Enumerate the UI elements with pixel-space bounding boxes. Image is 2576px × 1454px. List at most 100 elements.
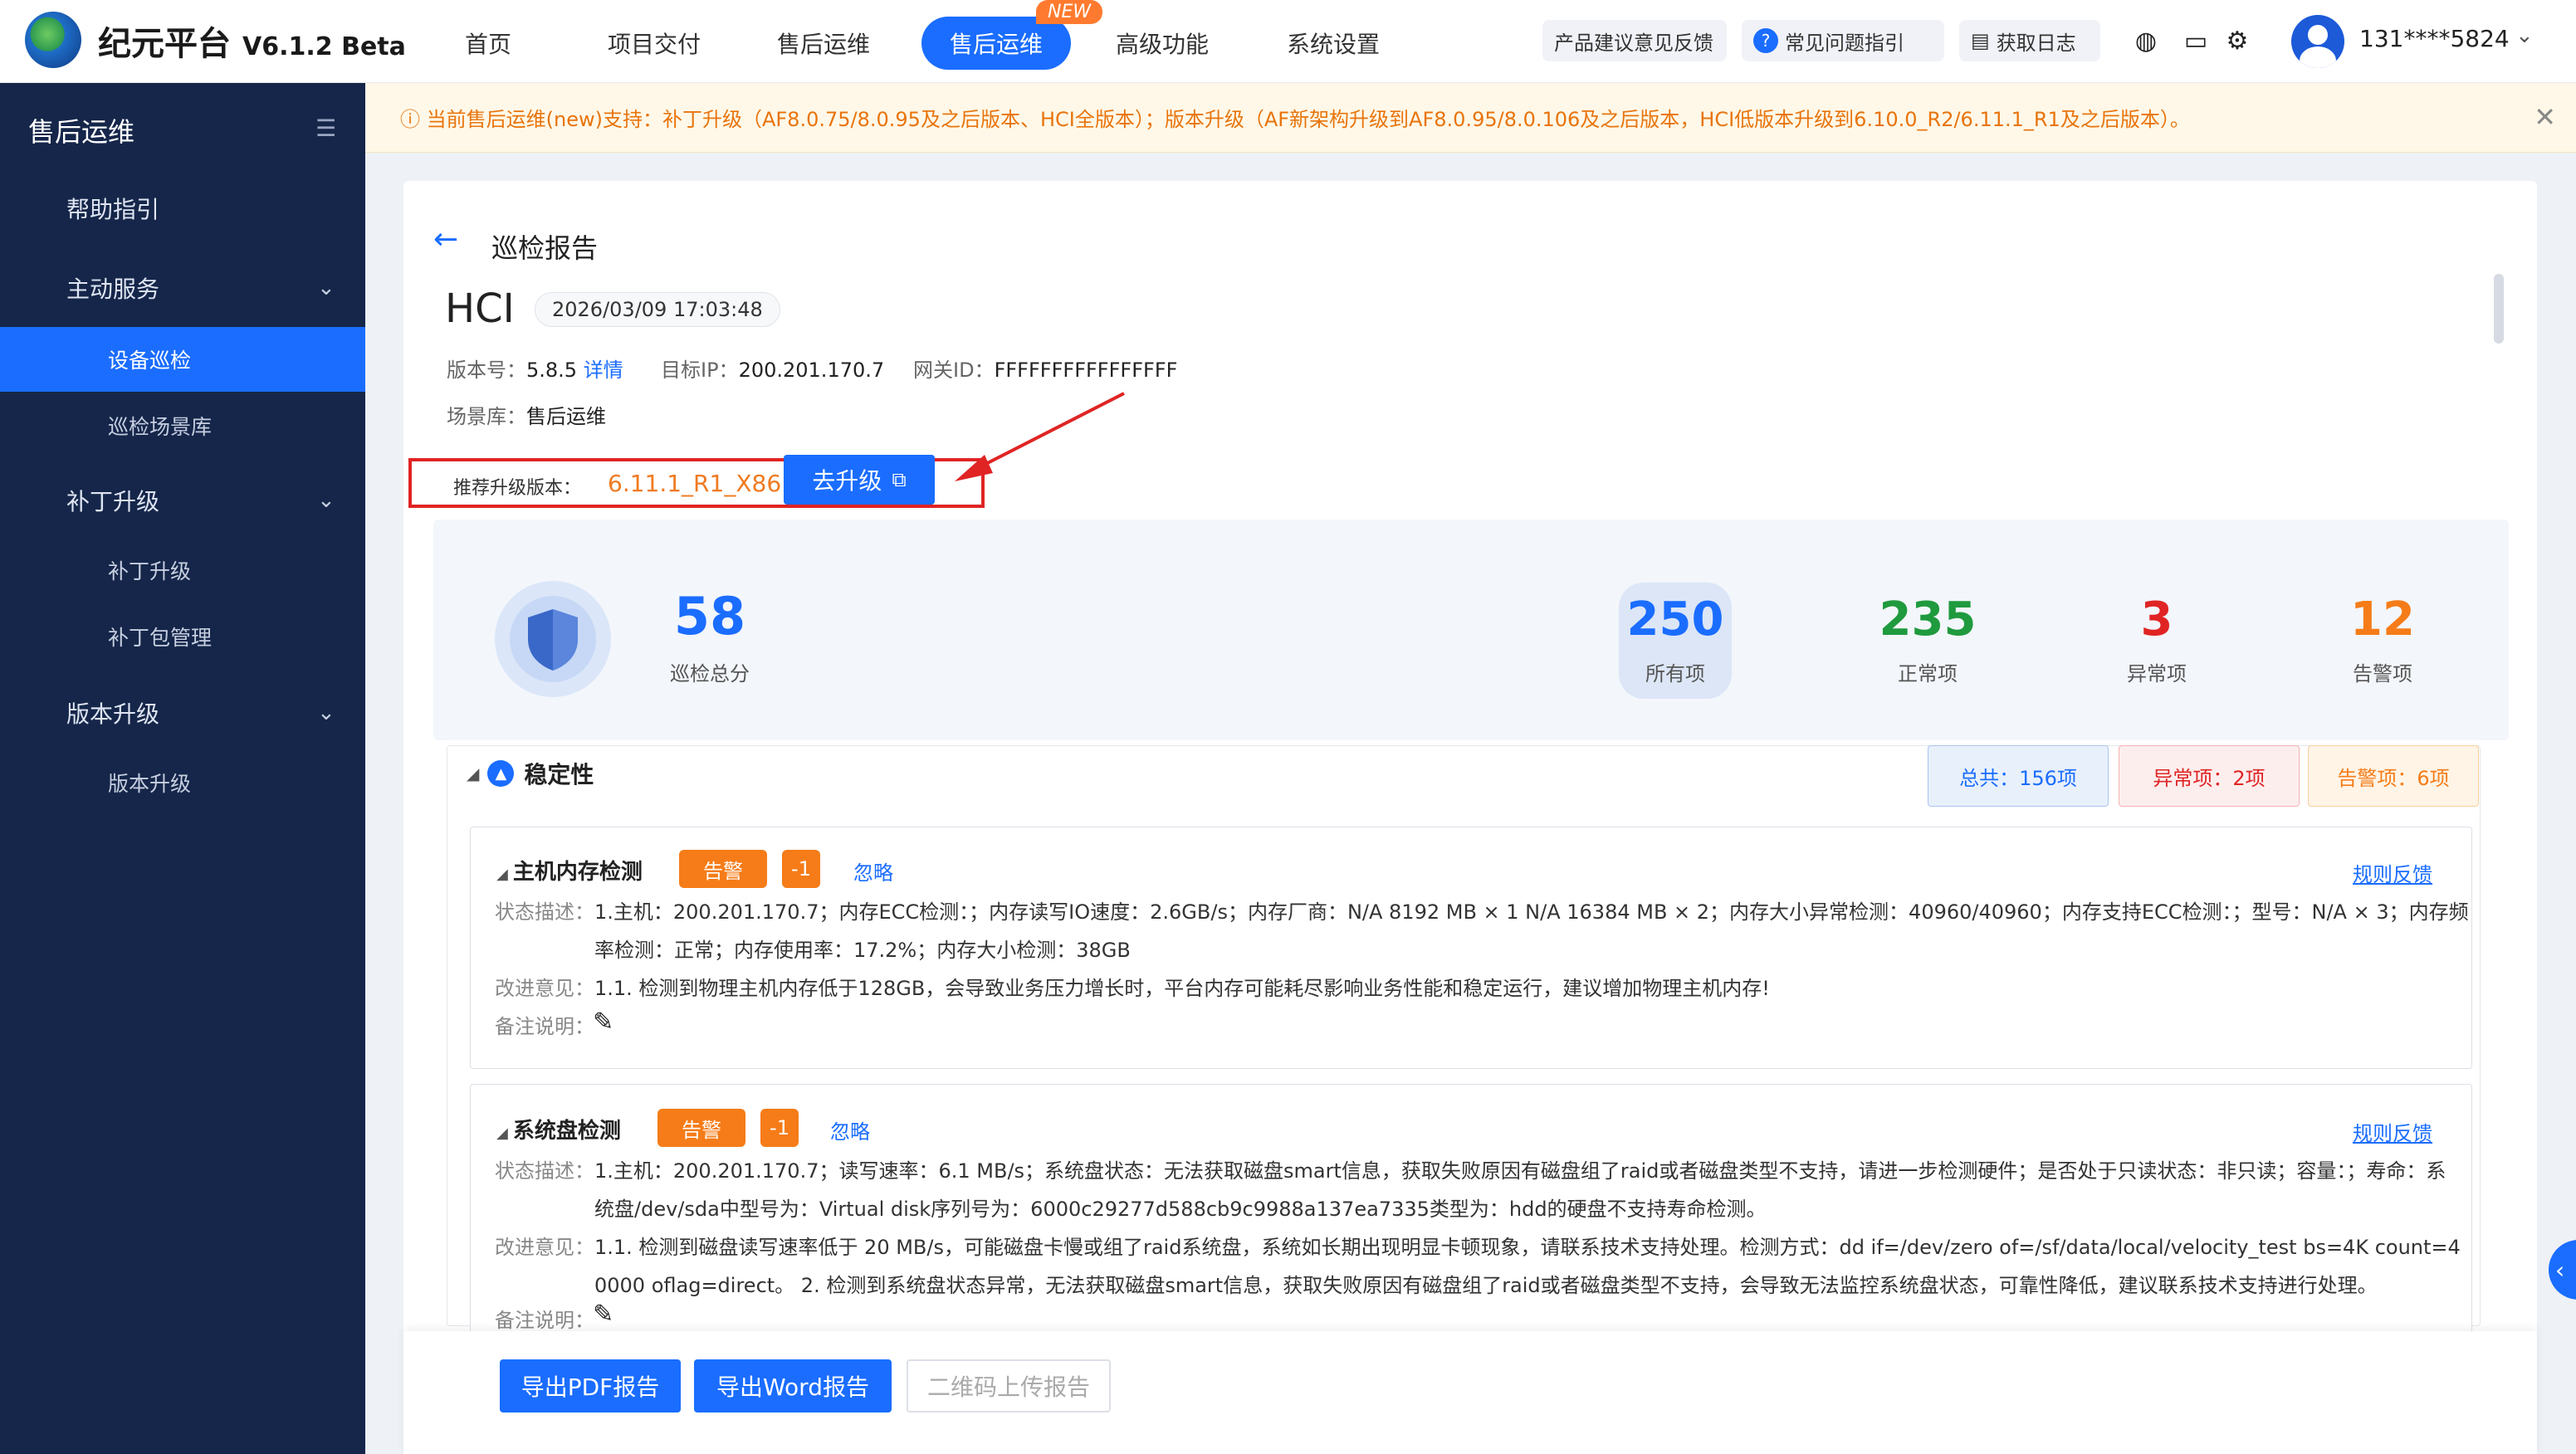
all-items-label: 所有项 <box>1645 662 1705 686</box>
nav-settings[interactable]: 系统设置 <box>1287 27 1380 60</box>
warn-items-count[interactable]: 12 <box>2326 593 2439 646</box>
brand-logo[interactable] <box>25 12 81 68</box>
report-date: 2026/03/09 17:03:48 <box>535 292 780 327</box>
status-line-2: 统盘/dev/sda中型号为：Virtual disk序列号为：6000c292… <box>594 1198 1767 1221</box>
version-info: 版本号：5.8.5 详情 <box>447 354 623 383</box>
abnormal-items-label: 异常项 <box>2127 662 2187 686</box>
upgrade-button[interactable]: 去升级 ⧉ <box>784 455 935 505</box>
globe-icon[interactable]: ◍ <box>2130 25 2162 56</box>
normal-items-label: 正常项 <box>1898 662 1958 686</box>
brand-text: 纪元平台 <box>98 25 231 63</box>
normal-items-count[interactable]: 235 <box>1871 593 1984 646</box>
message-icon[interactable]: ▭ <box>2180 25 2212 56</box>
sidebar-item-scene-library[interactable]: 巡检场景库 <box>0 393 365 458</box>
back-arrow-icon[interactable]: ← <box>433 222 458 256</box>
upgrade-label: 去升级 <box>812 467 882 495</box>
recommend-version: 6.11.1_R1_X86 <box>608 470 782 497</box>
check-title-text: 主机内存检测 <box>512 860 643 885</box>
close-icon[interactable]: ✕ <box>2534 101 2556 133</box>
section-title: 稳定性 <box>524 761 594 788</box>
sidebar-item-patch-management[interactable]: 补丁包管理 <box>0 604 365 669</box>
status-label: 状态描述： <box>495 1159 594 1183</box>
sidebar-item-patch-upgrade[interactable]: 补丁升级 ⌄ <box>0 468 365 533</box>
sidebar-item-version-upgrade[interactable]: 版本升级 ⌄ <box>0 681 365 745</box>
notice-text: ⓘ 当前售后运维(new)支持：补丁升级（AF8.0.75/8.0.95及之后版… <box>400 108 2190 131</box>
nav-advanced[interactable]: 高级功能 <box>1116 27 1209 60</box>
version-label: 版本号： <box>447 359 526 382</box>
feedback-button[interactable]: 产品建议意见反馈 <box>1542 20 1727 61</box>
sidebar-title: 售后运维 <box>28 116 135 148</box>
sidebar-item-device-inspection[interactable]: 设备巡检 <box>0 327 365 392</box>
target-ip-label: 目标IP： <box>661 359 739 382</box>
faq-label: 常见问题指引 <box>1785 31 1904 55</box>
logs-button[interactable]: ▤ 获取日志 <box>1959 20 2100 61</box>
version-value: 5.8.5 <box>526 359 578 382</box>
ignore-link[interactable]: 忽略 <box>853 856 893 886</box>
sidebar-item-help[interactable]: 帮助指引 <box>0 176 365 241</box>
chevron-down-icon: ⌄ <box>317 700 335 725</box>
warn-tag: 告警 <box>657 1109 745 1147</box>
nav-project-delivery[interactable]: 项目交付 <box>608 27 701 60</box>
sidebar-item-active-service[interactable]: 主动服务 ⌄ <box>0 256 365 320</box>
gateway-value: FFFFFFFFFFFFFFFF <box>994 359 1178 382</box>
gear-icon[interactable]: ⚙ <box>2222 25 2253 56</box>
sidebar-item-version-upgrade-sub[interactable]: 版本升级 <box>0 750 365 815</box>
scene-value: 售后运维 <box>526 405 606 428</box>
check-title-memory: ◢ 主机内存检测 <box>496 860 643 885</box>
faq-button[interactable]: ? 常见问题指引 <box>1742 20 1944 61</box>
collapse-triangle-icon: ◢ <box>467 764 480 783</box>
chevron-down-icon: ⌄ <box>317 488 335 513</box>
edit-pencil-icon[interactable]: ✎ <box>593 1008 613 1037</box>
chevron-down-icon[interactable]: ⌄ <box>2515 23 2534 48</box>
section-total-badge[interactable]: 总共：156项 <box>1928 745 2109 807</box>
scrollbar-thumb[interactable] <box>2494 274 2504 344</box>
status-line-1: 1.主机：200.201.170.7；内存ECC检测：；内存读写IO速度：2.6… <box>594 900 2469 924</box>
feedback-label: 产品建议意见反馈 <box>1554 31 1713 55</box>
nav-aftersales-active[interactable]: 售后运维 <box>921 17 1072 70</box>
gateway-info: 网关ID：FFFFFFFFFFFFFFFF <box>913 354 1177 383</box>
scene-info: 场景库：售后运维 <box>447 400 606 429</box>
sidebar: 售后运维 ☰ 帮助指引 主动服务 ⌄ 设备巡检 巡检场景库 补丁升级 ⌄ 补丁升级 … <box>0 83 365 1454</box>
export-word-button[interactable]: 导出Word报告 <box>694 1359 892 1413</box>
rule-feedback-link[interactable]: 规则反馈 <box>2353 1117 2432 1146</box>
side-expand-button[interactable]: ‹ <box>2549 1240 2576 1300</box>
status-description: 状态描述： 1.主机：200.201.170.7；读写速率：6.1 MB/s；系… <box>495 1152 2481 1228</box>
target-ip-info: 目标IP：200.201.170.7 <box>661 354 884 383</box>
remark-label: 备注说明： <box>495 1015 594 1038</box>
section-header[interactable]: ◢ ▲ 稳定性 <box>467 757 594 790</box>
status-description: 状态描述： 1.主机：200.201.170.7；内存ECC检测：；内存读写IO… <box>495 893 2481 969</box>
user-name[interactable]: 131****5824 <box>2359 25 2510 52</box>
status-line-2: 率检测：正常；内存使用率：17.2%；内存大小检测：38GB <box>594 939 1131 962</box>
product-name: HCI <box>445 285 515 332</box>
sidebar-item-label: 补丁升级 <box>66 488 160 515</box>
qr-upload-button[interactable]: 二维码上传报告 <box>907 1359 1111 1413</box>
status-label: 状态描述： <box>495 900 594 924</box>
export-pdf-button[interactable]: 导出PDF报告 <box>500 1359 681 1413</box>
sidebar-item-patch-upgrade-sub[interactable]: 补丁升级 <box>0 538 365 603</box>
status-line-1: 1.主机：200.201.170.7；读写速率：6.1 MB/s；系统盘状态：无… <box>594 1159 2446 1183</box>
avatar[interactable] <box>2291 15 2344 68</box>
detail-link[interactable]: 详情 <box>584 359 623 382</box>
all-items-count[interactable]: 250 <box>1619 593 1732 646</box>
rule-feedback-link[interactable]: 规则反馈 <box>2353 858 2432 887</box>
ignore-link[interactable]: 忽略 <box>830 1115 870 1144</box>
scene-label: 场景库： <box>447 405 526 428</box>
target-ip-value: 200.201.170.7 <box>738 359 885 382</box>
total-score-label: 巡检总分 <box>670 662 750 686</box>
warn-items-label: 告警项 <box>2353 662 2412 686</box>
nav-home[interactable]: 首页 <box>465 27 511 60</box>
chevron-down-icon: ⌄ <box>317 276 335 300</box>
abnormal-items-count[interactable]: 3 <box>2100 593 2213 646</box>
advice-text: 1.1. 检测到物理主机内存低于128GB，会导致业务压力增长时，平台内存可能耗… <box>594 977 1770 1000</box>
section-warn-badge[interactable]: 告警项：6项 <box>2308 745 2479 807</box>
nav-aftersales-1[interactable]: 售后运维 <box>777 27 870 60</box>
improvement-advice: 改进意见： 1.1. 检测到物理主机内存低于128GB，会导致业务压力增长时，平… <box>495 969 2481 1008</box>
score-delta-tag: -1 <box>782 850 820 888</box>
edit-pencil-icon[interactable]: ✎ <box>593 1300 613 1329</box>
brand-version: V6.1.2 Beta <box>242 32 406 61</box>
recommend-upgrade-box: 推荐升级版本： 6.11.1_R1_X86 去升级 ⧉ <box>408 455 985 508</box>
section-abnormal-badge[interactable]: 异常项：2项 <box>2119 745 2300 807</box>
collapse-menu-icon[interactable]: ☰ <box>315 115 336 142</box>
status-text: 1.主机：200.201.170.7；读写速率：6.1 MB/s；系统盘状态：无… <box>594 1152 2481 1228</box>
stability-icon: ▲ <box>487 760 515 787</box>
